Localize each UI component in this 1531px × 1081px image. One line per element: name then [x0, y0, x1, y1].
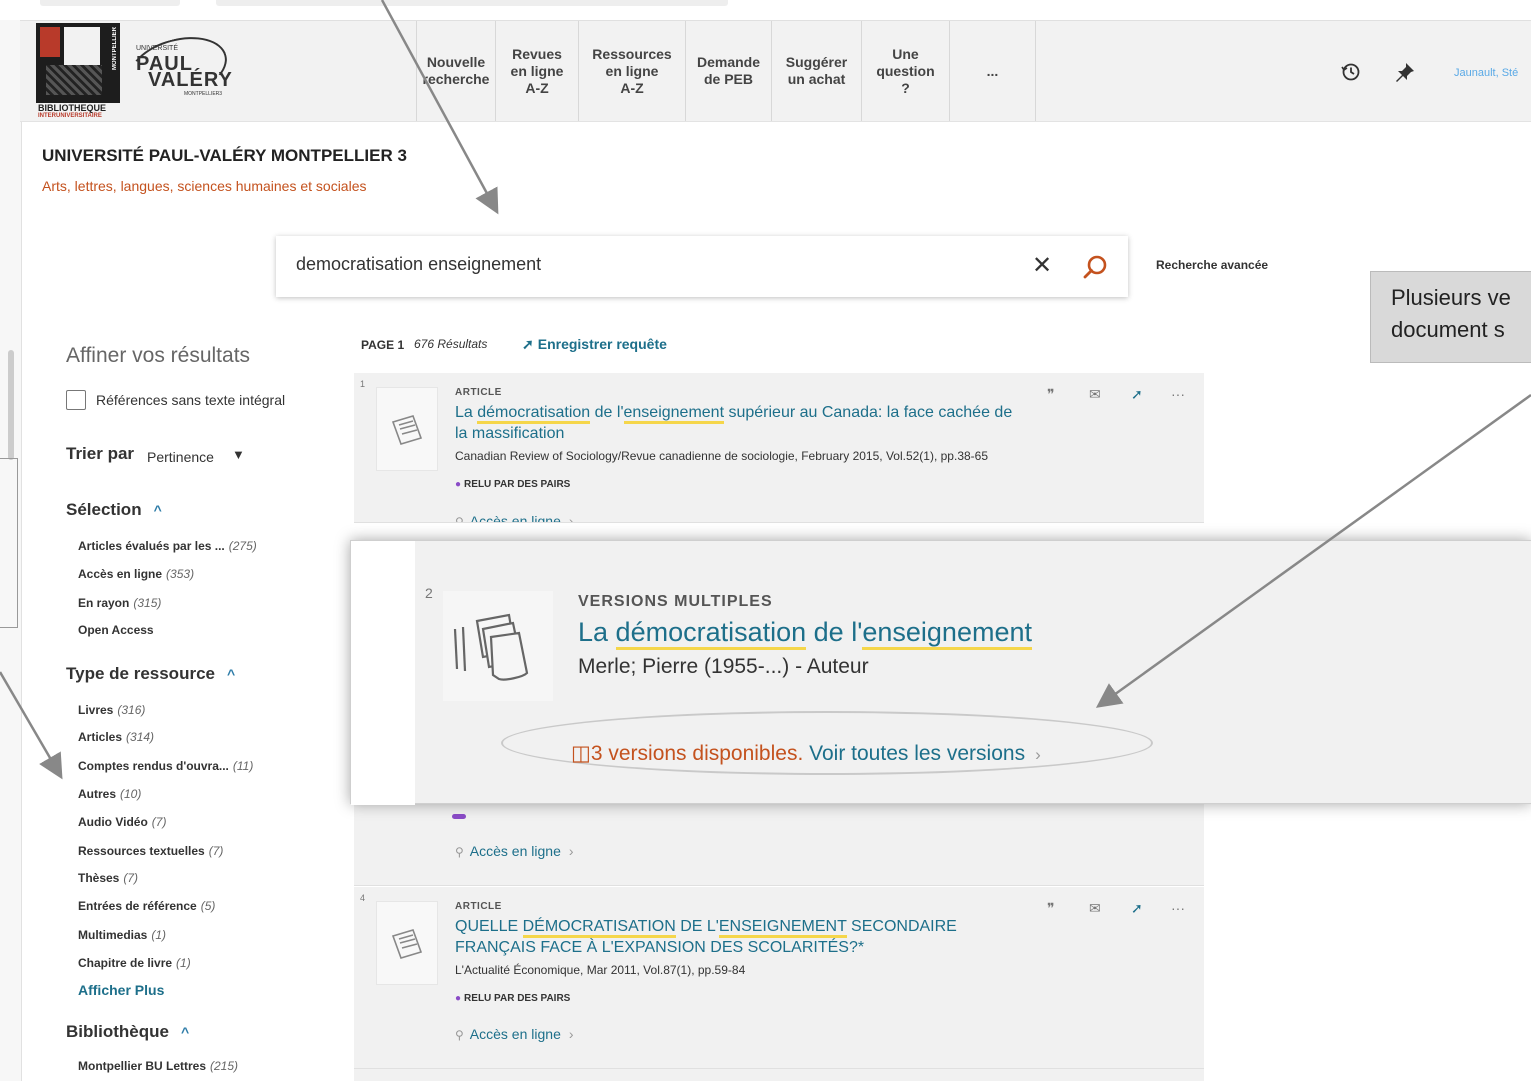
annotation-arrows [0, 0, 1531, 780]
arrow-to-search [380, 0, 499, 215]
arrow-to-versions [1095, 393, 1531, 708]
arrow-to-facets [0, 671, 63, 780]
